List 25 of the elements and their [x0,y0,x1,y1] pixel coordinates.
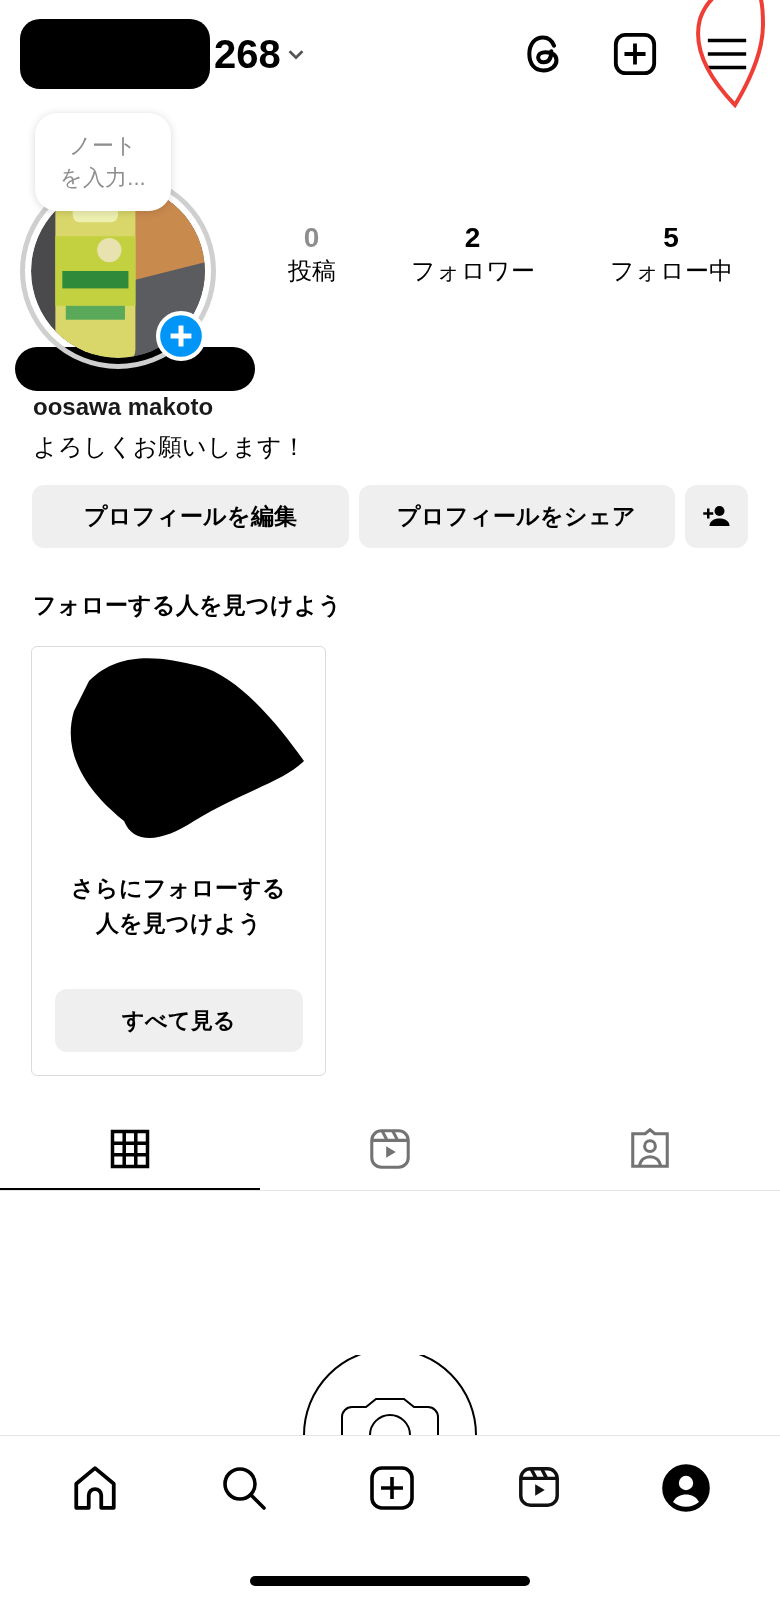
section-title: フォローする人を見つけよう [32,590,343,620]
grid-icon[interactable] [109,1128,151,1170]
camera-circle-icon [302,1355,478,1435]
stat-label[interactable]: フォロワー [410,254,535,287]
profile-icon[interactable] [662,1464,710,1512]
stat-count: 2 [464,220,481,255]
stat-count: 5 [663,220,679,255]
create-post-icon[interactable] [368,1464,416,1512]
note-placeholder: ノート [69,131,137,160]
create-post-icon[interactable] [612,31,658,78]
see-all-button[interactable]: すべて見る [54,989,303,1052]
profile-action-button[interactable]: プロフィールを編集 [32,484,349,548]
reels-icon[interactable] [516,1464,562,1510]
profile-name: oosawa makoto [33,391,214,422]
discover-people-button[interactable] [685,484,748,548]
stat-count: 0 [303,220,320,255]
stat-label[interactable]: フォロー中 [609,254,733,287]
username[interactable]: 268 [214,24,281,85]
search-icon[interactable] [220,1464,268,1512]
note-placeholder: を入力... [60,163,146,192]
stat-label[interactable]: 投稿 [287,254,336,287]
profile-bio: よろしくお願いします！ [33,431,306,462]
profile-action-button[interactable]: プロフィールをシェア [358,484,675,548]
suggestion-text: さらにフォローする [71,874,286,903]
suggestion-text: 人を見つけよう [95,909,262,938]
